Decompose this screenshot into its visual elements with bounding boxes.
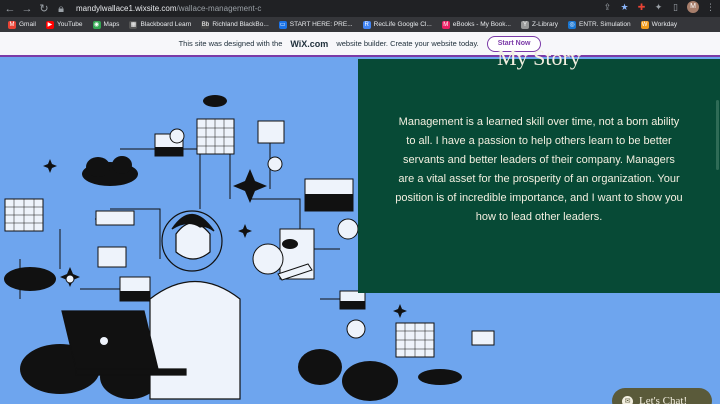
workday-icon: W xyxy=(640,20,649,29)
bookmark-label: Z-Library xyxy=(531,21,558,28)
sidebar-icon[interactable]: ▯ xyxy=(670,2,681,13)
profile-avatar[interactable]: M xyxy=(687,1,699,13)
richland-icon: Bb xyxy=(201,20,210,29)
bookmark-gmail[interactable]: M Gmail xyxy=(4,20,40,29)
gmail-icon: M xyxy=(8,20,16,29)
blackboard-icon: ▦ xyxy=(129,20,138,29)
url-domain: mandylwallace1.wixsite.com xyxy=(76,4,177,13)
extension-icon[interactable]: ✚ xyxy=(636,2,647,13)
more-menu-icon[interactable]: ⋮ xyxy=(705,2,716,13)
bookmarks-bar: M Gmail ▶ YouTube ◉ Maps ▦ Blackboard Learn Bb Ri… xyxy=(0,17,720,32)
bookmark-label: Maps xyxy=(103,21,120,28)
url-field[interactable]: mandylwallace1.wixsite.com/wallace-manag… xyxy=(76,4,261,13)
share-icon[interactable]: ⇪ xyxy=(602,2,613,13)
bookmark-label: Gmail xyxy=(19,21,36,28)
lock-icon[interactable]: 🔒︎ xyxy=(54,2,68,16)
wix-logo: WiX.com xyxy=(290,38,329,49)
maps-icon: ◉ xyxy=(92,20,101,29)
bookmark-workday[interactable]: W Workday xyxy=(637,20,682,29)
youtube-icon: ▶ xyxy=(45,20,54,29)
ebooks-icon: M xyxy=(441,20,450,29)
chat-bubble-icon: ✉ xyxy=(622,395,633,404)
bookmark-entr[interactable]: ◎ ENTR. Simulation xyxy=(564,20,635,29)
bookmark-label: START HERE: PRE... xyxy=(289,21,353,28)
zlibrary-icon: Y xyxy=(520,20,529,29)
bookmark-label: ENTR. Simulation xyxy=(578,21,631,28)
bookmark-label: Workday xyxy=(651,21,678,28)
story-title: My Story xyxy=(497,45,581,70)
bookmark-star-icon[interactable]: ★ xyxy=(619,2,630,13)
bookmark-youtube[interactable]: ▶ YouTube xyxy=(42,20,87,29)
reclife-icon: R xyxy=(362,20,371,29)
wix-banner-prefix: This site was designed with the xyxy=(178,39,283,48)
chat-label: Let's Chat! xyxy=(639,395,688,404)
bookmark-label: RecLife Google Cl... xyxy=(373,21,432,28)
bookmark-richland[interactable]: Bb Richland BlackBo... xyxy=(197,20,272,29)
bookmark-label: YouTube xyxy=(56,21,83,28)
pearson-icon: ▭ xyxy=(278,20,287,29)
toolbar-right: ⇪ ★ ✚ ✦ ▯ M ⋮ xyxy=(602,1,716,13)
bookmark-label: Blackboard Learn xyxy=(140,21,192,28)
bookmark-label: Richland BlackBo... xyxy=(212,21,269,28)
story-panel: My Story Management is a learned skill o… xyxy=(358,45,720,293)
bookmark-maps[interactable]: ◉ Maps xyxy=(89,20,124,29)
lets-chat-button[interactable]: ✉ Let's Chat! xyxy=(612,388,712,404)
reload-icon[interactable]: ↻ xyxy=(37,2,51,16)
back-arrow-icon[interactable]: ← xyxy=(3,2,17,16)
bookmark-blackboard[interactable]: ▦ Blackboard Learn xyxy=(125,20,195,29)
entr-icon: ◎ xyxy=(567,20,576,29)
story-body: Management is a learned skill over time,… xyxy=(395,116,683,223)
bookmark-reclife[interactable]: R RecLife Google Cl... xyxy=(359,20,436,29)
url-path: /wallace-management-c xyxy=(176,4,262,13)
forward-arrow-icon[interactable]: → xyxy=(20,2,34,16)
page-scrollbar[interactable] xyxy=(716,100,719,170)
address-bar: ← → ↻ 🔒︎ mandylwallace1.wixsite.com/wall… xyxy=(0,0,720,17)
bookmark-ebooks[interactable]: MeBooks - My Book... xyxy=(438,20,515,29)
bookmark-zlibrary[interactable]: Y Z-Library xyxy=(517,20,562,29)
puzzle-icon[interactable]: ✦ xyxy=(653,2,664,13)
bookmark-pearson[interactable]: ▭ START HERE: PRE... xyxy=(275,20,357,29)
bookmark-label: eBooks - My Book... xyxy=(452,21,511,28)
